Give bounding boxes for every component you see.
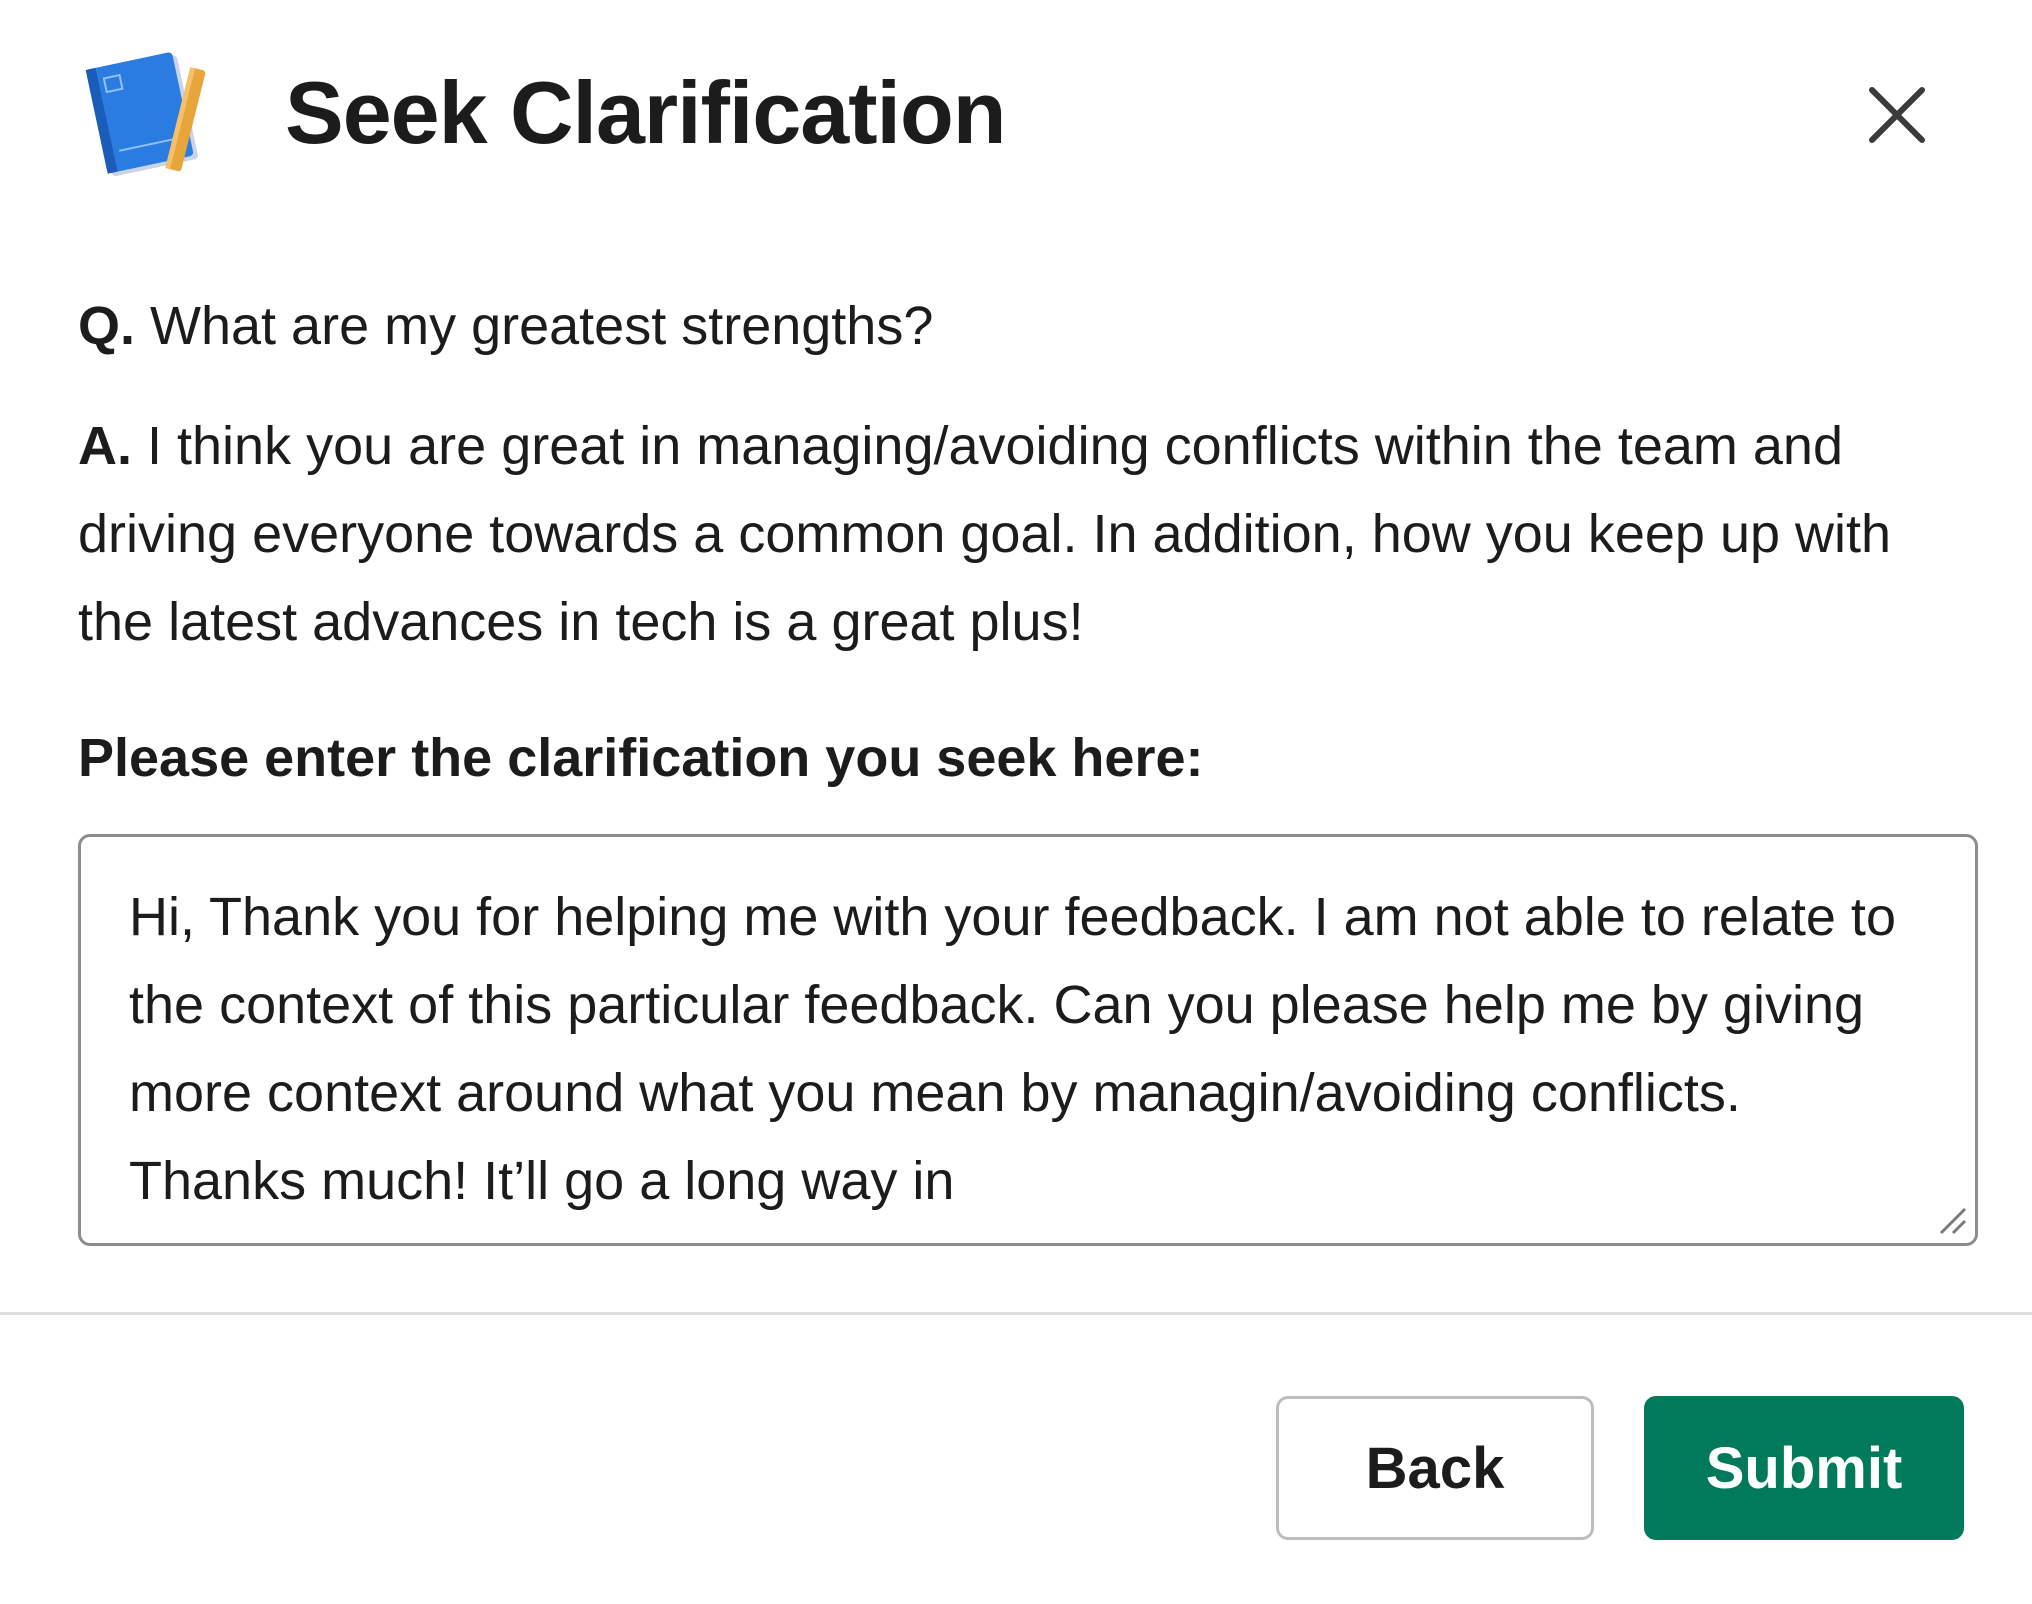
seek-clarification-modal: Seek Clarification Q. What are my greate… [0, 0, 2032, 1604]
answer-prefix: A. [78, 416, 132, 476]
notebook-icon [85, 52, 206, 177]
question: Q. What are my greatest strengths? [78, 290, 1978, 362]
close-icon[interactable] [1860, 78, 1934, 152]
question-text: What are my greatest strengths? [135, 296, 934, 356]
modal-header: Seek Clarification [0, 0, 2032, 230]
submit-button[interactable]: Submit [1644, 1396, 1964, 1540]
footer-divider [0, 1312, 2032, 1315]
question-prefix: Q. [78, 296, 136, 356]
clarification-textarea[interactable]: Hi, Thank you for helping me with your f… [81, 837, 1975, 1243]
clarification-label: Please enter the clarification you seek … [78, 728, 1204, 788]
back-button[interactable]: Back [1276, 1396, 1594, 1540]
answer: A. I think you are great in managing/avo… [78, 402, 1978, 666]
answer-text: I think you are great in managing/avoidi… [78, 416, 1892, 652]
feedback-qa: Q. What are my greatest strengths? A. I … [78, 290, 1978, 666]
modal-title: Seek Clarification [285, 63, 1007, 162]
resize-handle-icon[interactable] [1935, 1203, 1969, 1237]
clarification-field[interactable]: Hi, Thank you for helping me with your f… [78, 834, 1978, 1246]
